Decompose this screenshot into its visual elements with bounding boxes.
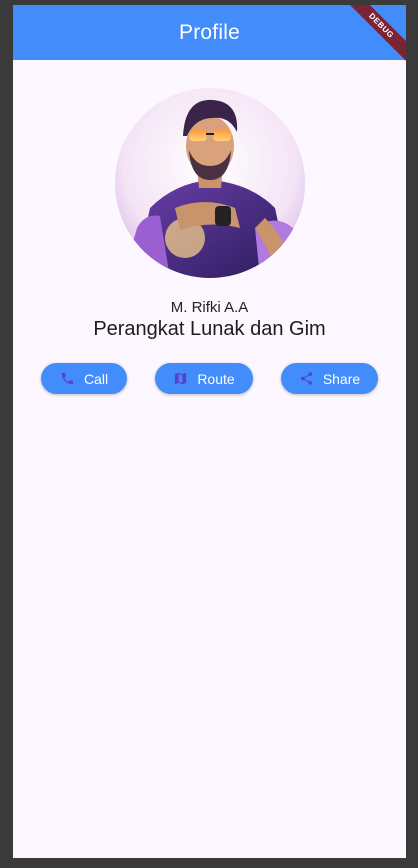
avatar-image [115,88,305,278]
call-button[interactable]: Call [41,363,127,394]
route-button[interactable]: Route [155,363,253,394]
share-icon [299,371,314,386]
app-bar: Profile [13,5,406,60]
share-button[interactable]: Share [281,363,378,394]
profile-subtitle: Perangkat Lunak dan Gim [93,318,326,340]
route-button-label: Route [197,370,235,387]
call-button-label: Call [83,370,109,387]
profile-name: M. Rifki A.A [170,299,249,316]
map-icon [173,371,188,386]
phone-icon [60,371,75,386]
page-title: Profile [179,20,240,44]
avatar [115,88,305,278]
app-screen: Profile DEBUG M. Rifki A.A Perangkat Lun… [13,5,406,858]
share-button-label: Share [322,370,361,387]
